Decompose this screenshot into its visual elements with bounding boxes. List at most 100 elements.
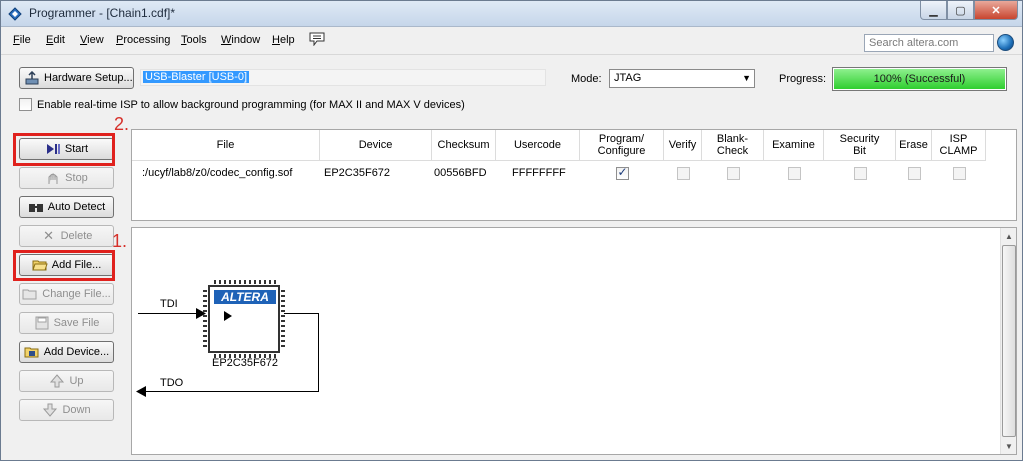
add-file-highlight-box — [13, 250, 115, 281]
save-file-label: Save File — [53, 317, 100, 329]
menu-view[interactable]: View — [80, 34, 104, 46]
menu-help[interactable]: Help — [272, 34, 295, 46]
menu-window[interactable]: Window — [221, 34, 260, 46]
window-controls: ▁ ▢ ✕ — [920, 1, 1018, 21]
tdi-wire — [138, 313, 204, 314]
tdi-label: TDI — [160, 298, 178, 310]
save-file-button[interactable]: Save File — [19, 312, 114, 334]
change-file-button[interactable]: Change File... — [19, 283, 114, 305]
hardware-setup-button[interactable]: Hardware Setup... — [19, 67, 134, 89]
step-2-label: 2. — [114, 114, 130, 134]
maximize-button[interactable]: ▢ — [947, 1, 974, 20]
title-bar: Programmer - [Chain1.cdf]* ▁ ▢ ✕ — [1, 1, 1022, 27]
up-label: Up — [69, 375, 84, 387]
down-label: Down — [62, 404, 91, 416]
chip-device-name: EP2C35F672 — [212, 357, 279, 369]
device-table: File Device Checksum Usercode Program/ C… — [131, 129, 1017, 221]
globe-icon[interactable] — [997, 34, 1014, 51]
add-device-button[interactable]: Add Device... — [19, 341, 114, 363]
change-file-label: Change File... — [42, 288, 111, 300]
add-device-icon — [24, 347, 39, 358]
vertical-scrollbar[interactable]: ▲ ▼ — [1000, 228, 1016, 454]
scroll-up-icon[interactable]: ▲ — [1001, 228, 1017, 244]
row-device: EP2C35F672 — [324, 167, 391, 179]
usb-blaster-icon — [25, 71, 39, 85]
scroll-down-icon[interactable]: ▼ — [1001, 438, 1017, 454]
search-input[interactable]: Search altera.com — [864, 34, 994, 52]
auto-detect-button[interactable]: Auto Detect — [19, 196, 114, 218]
tdo-wire-back — [140, 391, 319, 392]
delete-button[interactable]: ✕ Delete — [19, 225, 114, 247]
col-device[interactable]: Device — [320, 130, 432, 161]
security-bit-checkbox[interactable] — [853, 166, 867, 180]
chip-pins-left — [203, 290, 207, 348]
programmer-app-icon — [8, 7, 22, 21]
program-configure-checkbox[interactable] — [615, 165, 629, 180]
isp-option[interactable]: Enable real-time ISP to allow background… — [19, 98, 465, 111]
play-icon — [224, 311, 232, 321]
erase-checkbox[interactable] — [907, 166, 921, 180]
progress-text: 100% (Successful) — [873, 73, 966, 85]
progress-label: Progress: — [779, 73, 827, 85]
isp-label: Enable real-time ISP to allow background… — [37, 98, 465, 111]
row-usercode: FFFFFFFF — [512, 167, 566, 179]
isp-checkbox[interactable] — [19, 98, 32, 111]
device-chip[interactable]: ALTERA — [208, 285, 280, 353]
menu-tools[interactable]: Tools — [181, 34, 207, 46]
row-checksum: 00556BFD — [434, 167, 487, 179]
row-file[interactable]: :/ucyf/lab8/z0/codec_config.sof — [142, 163, 312, 183]
delete-label: Delete — [60, 230, 93, 242]
speech-bubble-icon[interactable] — [309, 32, 325, 46]
minimize-button[interactable]: ▁ — [920, 1, 947, 20]
start-highlight-box — [13, 133, 115, 166]
add-device-label: Add Device... — [43, 346, 110, 358]
col-verify[interactable]: Verify — [664, 130, 702, 161]
chip-pins-right — [281, 290, 285, 348]
col-erase[interactable]: Erase — [896, 130, 932, 161]
up-button[interactable]: Up — [19, 370, 114, 392]
programmer-window: Programmer - [Chain1.cdf]* ▁ ▢ ✕ File Ed… — [0, 0, 1023, 461]
col-file[interactable]: File — [132, 130, 320, 161]
down-arrow-icon — [43, 403, 58, 417]
tdo-wire-out — [284, 313, 318, 314]
up-arrow-icon — [50, 374, 65, 388]
col-blank-check[interactable]: Blank- Check — [702, 130, 764, 161]
progress-bar: 100% (Successful) — [832, 67, 1007, 91]
delete-icon: ✕ — [43, 228, 55, 243]
stop-button[interactable]: Stop — [19, 167, 114, 189]
tdo-label: TDO — [160, 377, 184, 389]
hardware-value: USB-Blaster [USB-0] — [143, 71, 250, 83]
isp-clamp-checkbox[interactable] — [952, 166, 966, 180]
menu-file[interactable]: File — [13, 34, 31, 46]
tdo-arrow-icon — [136, 386, 146, 397]
examine-checkbox[interactable] — [787, 166, 801, 180]
change-file-icon — [22, 289, 37, 300]
stop-label: Stop — [65, 172, 88, 184]
auto-detect-label: Auto Detect — [47, 201, 106, 213]
stop-icon — [48, 173, 58, 184]
col-examine[interactable]: Examine — [764, 130, 824, 161]
tdo-wire-down — [318, 313, 319, 391]
hardware-field: USB-Blaster [USB-0] — [140, 69, 546, 86]
chevron-down-icon: ▼ — [742, 73, 751, 83]
mode-label: Mode: — [571, 73, 602, 85]
mode-value: JTAG — [614, 72, 642, 84]
verify-checkbox[interactable] — [676, 166, 690, 180]
menu-processing[interactable]: Processing — [116, 34, 170, 46]
col-security-bit[interactable]: Security Bit — [824, 130, 896, 161]
step-1-label: 1. — [112, 231, 128, 251]
save-icon — [35, 316, 49, 330]
col-isp-clamp[interactable]: ISP CLAMP — [932, 130, 986, 161]
chip-pins-top — [214, 280, 276, 284]
menu-edit[interactable]: Edit — [46, 34, 65, 46]
blank-check-checkbox[interactable] — [726, 166, 740, 180]
close-button[interactable]: ✕ — [974, 1, 1018, 20]
col-program-configure[interactable]: Program/ Configure — [580, 130, 664, 161]
scroll-thumb[interactable] — [1002, 245, 1016, 437]
col-checksum[interactable]: Checksum — [432, 130, 496, 161]
auto-detect-icon — [28, 204, 43, 212]
col-usercode[interactable]: Usercode — [496, 130, 580, 161]
mode-select[interactable]: JTAG ▼ — [609, 69, 755, 88]
hardware-setup-label: Hardware Setup... — [44, 72, 133, 84]
down-button[interactable]: Down — [19, 399, 114, 421]
